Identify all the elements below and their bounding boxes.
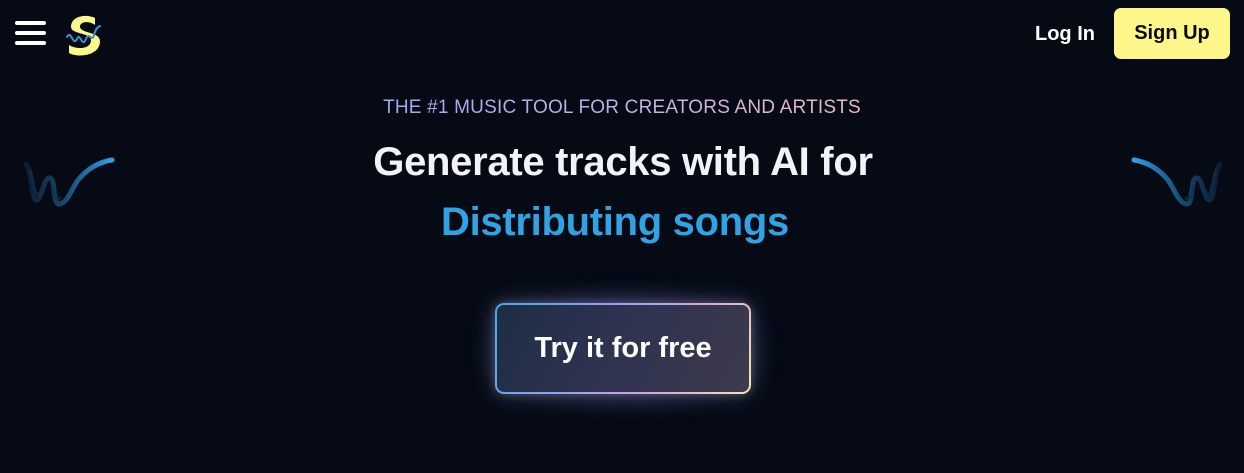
login-button[interactable]: Log In bbox=[1022, 19, 1108, 49]
try-for-free-button[interactable]: Try it for free bbox=[495, 303, 751, 394]
landing-page: Log In Sign Up THE #1 MUSIC TOOL FOR CRE… bbox=[0, 0, 1244, 473]
hero-eyebrow-text: THE #1 MUSIC TOOL FOR CREATORS AND ARTIS… bbox=[383, 97, 861, 118]
signup-button[interactable]: Sign Up bbox=[1114, 8, 1230, 59]
hero-eyebrow: THE #1 MUSIC TOOL FOR CREATORS AND ARTIS… bbox=[0, 97, 1244, 119]
try-for-free-label[interactable]: Try it for free bbox=[497, 305, 749, 392]
hero-headline: Generate tracks with AI for bbox=[373, 140, 873, 184]
hero-headline-accent: Distributing songs bbox=[441, 200, 789, 244]
s-soundwave-logo-icon[interactable] bbox=[64, 13, 104, 57]
hamburger-menu-icon[interactable] bbox=[15, 19, 47, 47]
